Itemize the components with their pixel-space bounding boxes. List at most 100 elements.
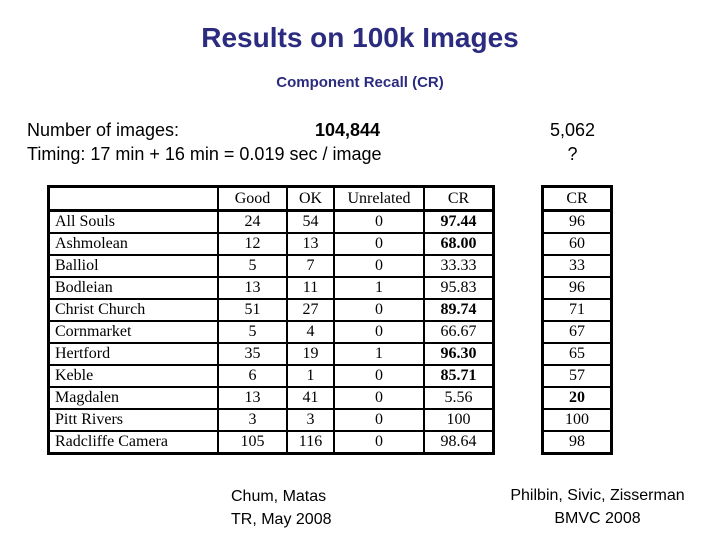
table-row: Bodleian 13 11 1 95.83: [47, 276, 495, 300]
comparison-cr-table: CR 96 60 33 96 71 67 65 57 20 100 98: [541, 185, 613, 455]
cell-name: Pitt Rivers: [47, 408, 219, 432]
cell-cr: 100: [423, 408, 495, 432]
table-row: 96: [541, 276, 613, 300]
table-row: All Souls 24 54 0 97.44: [47, 209, 495, 234]
table-row: 67: [541, 320, 613, 344]
cell-good: 13: [217, 386, 288, 410]
cell-good: 13: [217, 276, 288, 300]
cell-ok: 3: [286, 408, 335, 432]
table-row: 98: [541, 430, 613, 455]
cell-cr: 96: [541, 276, 613, 300]
cell-ok: 116: [286, 430, 335, 455]
cell-unrelated: 0: [333, 298, 425, 322]
header-ok: OK: [286, 185, 335, 212]
cell-good: 35: [217, 342, 288, 366]
header-cr: CR: [423, 185, 495, 212]
cell-name: All Souls: [47, 209, 219, 234]
cell-name: Balliol: [47, 254, 219, 278]
slide-subtitle: Component Recall (CR): [276, 74, 444, 91]
table-row: Christ Church 51 27 0 89.74: [47, 298, 495, 322]
cell-good: 6: [217, 364, 288, 388]
cell-unrelated: 0: [333, 232, 425, 256]
cell-cr: 60: [541, 232, 613, 256]
comparison-info: 5,062 ?: [530, 118, 615, 166]
cell-good: 3: [217, 408, 288, 432]
cell-cr: 5.56: [423, 386, 495, 410]
num-images-row: Number of images: 104,844: [27, 118, 507, 142]
results-table-header: Good OK Unrelated CR: [47, 185, 495, 212]
num-images-value: 104,844: [315, 120, 381, 140]
cell-unrelated: 0: [333, 320, 425, 344]
table-row: 60: [541, 232, 613, 256]
table-row: Balliol 5 7 0 33.33: [47, 254, 495, 278]
cell-ok: 13: [286, 232, 335, 256]
timing-text: Timing: 17 min + 16 min = 0.019 sec / im…: [27, 144, 382, 164]
cell-cr: 66.67: [423, 320, 495, 344]
table-row: Keble 6 1 0 85.71: [47, 364, 495, 388]
table-row: Cornmarket 5 4 0 66.67: [47, 320, 495, 344]
results-table: Good OK Unrelated CR All Souls 24 54 0 97.44…: [47, 185, 495, 455]
comparison-cr-header: CR: [541, 185, 613, 212]
cell-name: Cornmarket: [47, 320, 219, 344]
cell-name: Magdalen: [47, 386, 219, 410]
table-row: Pitt Rivers 3 3 0 100: [47, 408, 495, 432]
cell-good: 12: [217, 232, 288, 256]
cell-cr: 33.33: [423, 254, 495, 278]
cell-good: 51: [217, 298, 288, 322]
cell-ok: 7: [286, 254, 335, 278]
cell-cr: 100: [541, 408, 613, 432]
header-name: [47, 185, 219, 212]
cell-unrelated: 0: [333, 209, 425, 234]
header-unrelated: Unrelated: [333, 185, 425, 212]
cell-ok: 41: [286, 386, 335, 410]
cell-name: Bodleian: [47, 276, 219, 300]
cell-ok: 4: [286, 320, 335, 344]
cell-name: Hertford: [47, 342, 219, 366]
table-row: 100: [541, 408, 613, 432]
cell-cr: 65: [541, 342, 613, 366]
cell-ok: 19: [286, 342, 335, 366]
cell-unrelated: 0: [333, 430, 425, 455]
cell-unrelated: 0: [333, 254, 425, 278]
comparison-cr-header-row: CR: [541, 185, 613, 212]
cell-ok: 27: [286, 298, 335, 322]
citation-right: Philbin, Sivic, Zisserman BMVC 2008: [485, 484, 710, 530]
table-row: 96: [541, 209, 613, 234]
table-row: 33: [541, 254, 613, 278]
header-good: Good: [217, 185, 288, 212]
table-row: 71: [541, 298, 613, 322]
cell-ok: 1: [286, 364, 335, 388]
table-row: 57: [541, 364, 613, 388]
cell-good: 5: [217, 320, 288, 344]
cell-cr: 68.00: [423, 232, 495, 256]
cell-unrelated: 1: [333, 342, 425, 366]
cell-cr: 67: [541, 320, 613, 344]
cell-name: Christ Church: [47, 298, 219, 322]
cell-cr: 57: [541, 364, 613, 388]
cell-cr: 97.44: [423, 209, 495, 234]
cell-unrelated: 0: [333, 386, 425, 410]
cell-cr: 98.64: [423, 430, 495, 455]
dataset-info: Number of images: 104,844 Timing: 17 min…: [27, 118, 507, 166]
comparison-timing: ?: [567, 144, 578, 164]
cell-unrelated: 1: [333, 276, 425, 300]
citation-left: Chum, Matas TR, May 2008: [231, 485, 331, 531]
cell-cr: 96.30: [423, 342, 495, 366]
cell-name: Radcliffe Camera: [47, 430, 219, 455]
cell-cr: 20: [541, 386, 613, 410]
cell-cr: 95.83: [423, 276, 495, 300]
citation-left-venue: TR, May 2008: [231, 511, 332, 528]
table-row: Magdalen 13 41 0 5.56: [47, 386, 495, 410]
cell-good: 5: [217, 254, 288, 278]
cell-cr: 33: [541, 254, 613, 278]
cell-good: 24: [217, 209, 288, 234]
cell-good: 105: [217, 430, 288, 455]
cell-unrelated: 0: [333, 364, 425, 388]
table-row: 20: [541, 386, 613, 410]
table-row: Ashmolean 12 13 0 68.00: [47, 232, 495, 256]
cell-cr: 85.71: [423, 364, 495, 388]
cell-cr: 89.74: [423, 298, 495, 322]
cell-name: Keble: [47, 364, 219, 388]
cell-name: Ashmolean: [47, 232, 219, 256]
cell-ok: 11: [286, 276, 335, 300]
